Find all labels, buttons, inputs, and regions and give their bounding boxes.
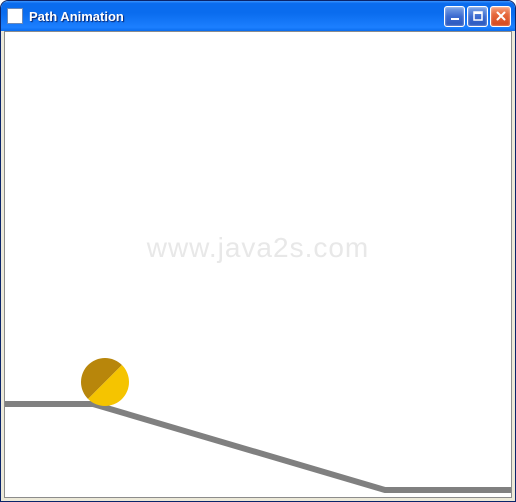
app-icon (7, 8, 23, 24)
titlebar-buttons (444, 6, 511, 27)
window-title: Path Animation (29, 9, 444, 24)
close-button[interactable] (490, 6, 511, 27)
titlebar[interactable]: Path Animation (1, 1, 515, 31)
minimize-icon (449, 10, 461, 22)
maximize-button[interactable] (467, 6, 488, 27)
motion-path (5, 404, 512, 490)
animation-canvas (5, 32, 512, 498)
app-window: Path Animation www.java2s.com (0, 0, 516, 502)
client-area: www.java2s.com (4, 31, 512, 498)
close-icon (495, 10, 507, 22)
maximize-icon (472, 10, 484, 22)
minimize-button[interactable] (444, 6, 465, 27)
